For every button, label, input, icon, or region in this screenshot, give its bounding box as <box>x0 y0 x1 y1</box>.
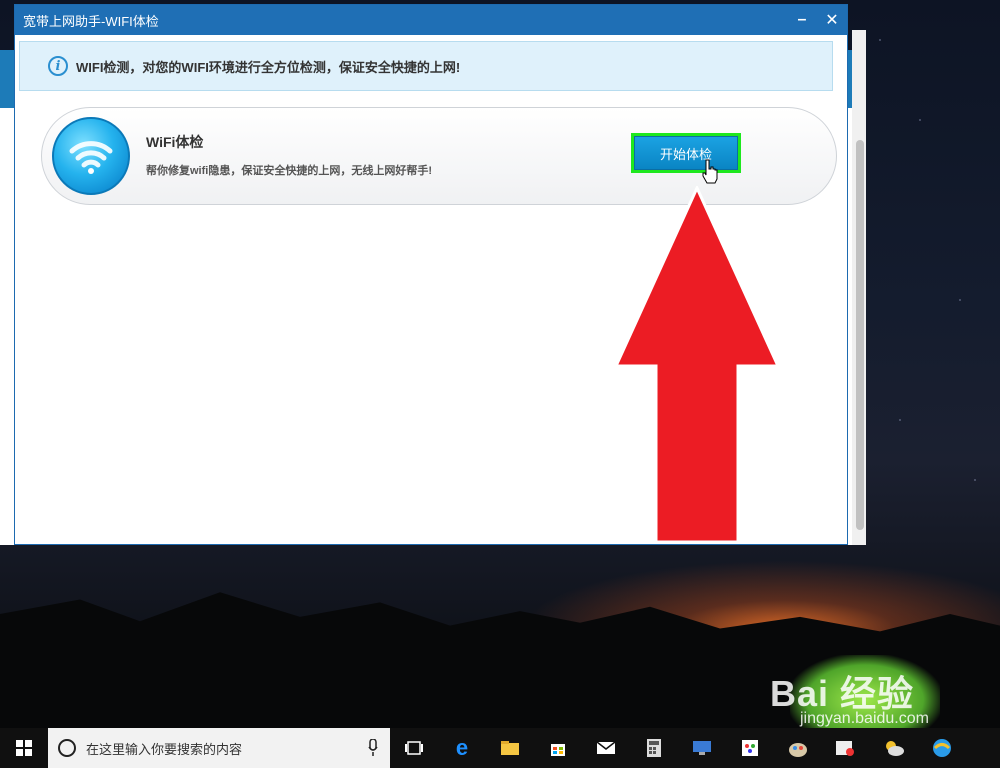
calculator-icon[interactable] <box>630 728 678 768</box>
scrollbar-thumb[interactable] <box>856 140 864 530</box>
window-title: 宽带上网助手-WIFI体检 <box>23 13 159 29</box>
cortana-icon <box>58 739 76 757</box>
title-bar[interactable]: 宽带上网助手-WIFI体检 – ✕ <box>15 5 847 35</box>
info-banner: i WIFI检测，对您的WIFI环境进行全方位检测，保证安全快捷的上网! <box>19 41 833 91</box>
network-icon[interactable] <box>678 728 726 768</box>
hand-cursor-icon <box>702 159 718 184</box>
start-button[interactable] <box>0 728 48 768</box>
red-up-arrow-icon <box>614 186 780 544</box>
background-window-header <box>0 50 14 108</box>
close-button[interactable]: ✕ <box>817 5 847 35</box>
weather-icon[interactable] <box>870 728 918 768</box>
task-view-icon[interactable] <box>390 728 438 768</box>
app-icon[interactable] <box>774 728 822 768</box>
taskbar-search-box[interactable]: 在这里输入你要搜索的内容 <box>48 728 390 768</box>
store-icon[interactable] <box>534 728 582 768</box>
mail-icon[interactable] <box>582 728 630 768</box>
minimize-button[interactable]: – <box>787 5 817 35</box>
microphone-icon[interactable] <box>368 739 378 757</box>
card-title: WiFi体检 <box>146 134 204 150</box>
wifi-icon <box>52 117 130 195</box>
watermark-url: jingyan.baidu.com <box>800 710 929 727</box>
windows-logo-icon <box>16 740 32 756</box>
media-icon[interactable] <box>822 728 870 768</box>
paint-icon[interactable] <box>726 728 774 768</box>
start-check-button[interactable]: 开始体检 <box>634 136 738 170</box>
search-placeholder: 在这里输入你要搜索的内容 <box>86 741 243 757</box>
edge-icon[interactable]: e <box>438 728 486 768</box>
info-icon: i <box>48 56 68 76</box>
info-text: WIFI检测，对您的WIFI环境进行全方位检测，保证安全快捷的上网! <box>76 59 461 75</box>
card-description: 帮你修复wifi隐患，保证安全快捷的上网，无线上网好帮手! <box>146 165 432 177</box>
start-check-button-highlight[interactable]: 开始体检 <box>631 133 741 173</box>
taskbar: 在这里输入你要搜索的内容 e <box>0 728 1000 768</box>
file-explorer-icon[interactable] <box>486 728 534 768</box>
background-window-edge <box>0 50 14 545</box>
browser-icon[interactable] <box>918 728 966 768</box>
